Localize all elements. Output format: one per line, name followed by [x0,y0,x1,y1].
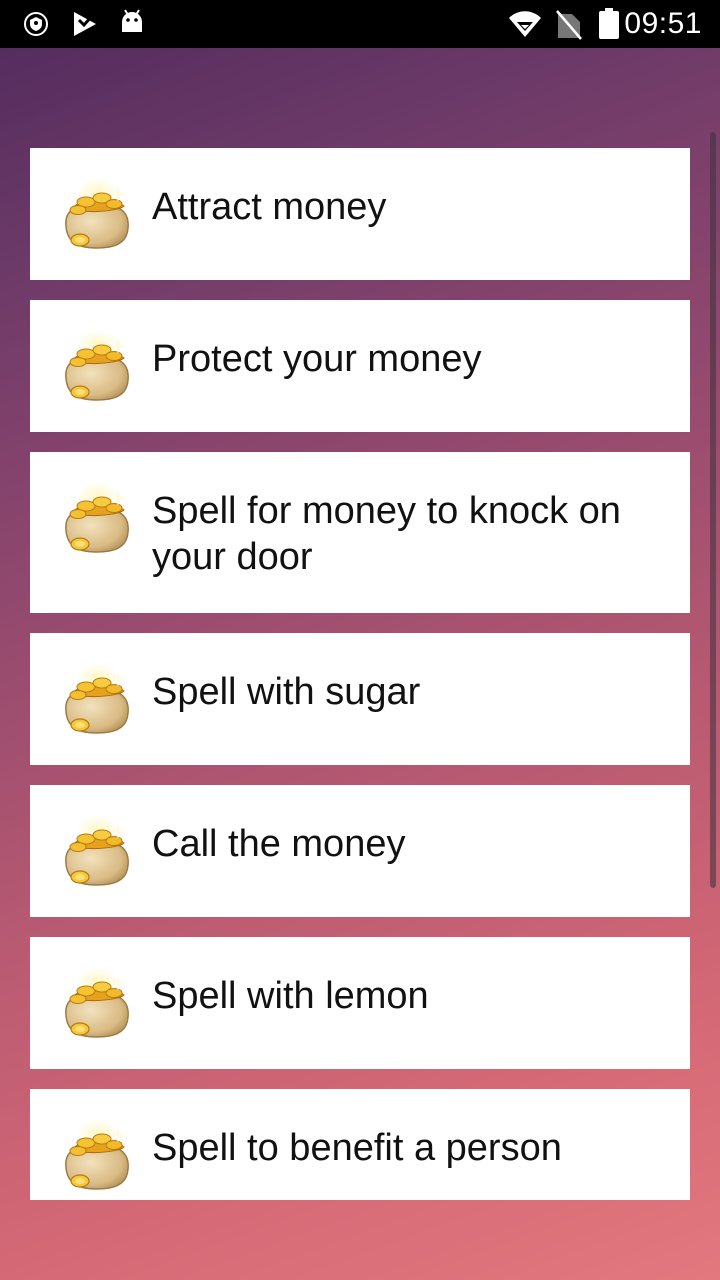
money-bag-icon [58,663,134,737]
status-time: 09:51 [624,7,702,40]
money-bag-icon [58,482,134,556]
money-bag-icon [58,178,134,252]
list-item[interactable]: Spell with lemon [30,937,690,1069]
list-item[interactable]: Spell to benefit a person [30,1089,690,1200]
list-item[interactable]: Protect your money [30,300,690,432]
money-bag-icon [58,967,134,1041]
list-item-label: Spell with sugar [152,671,421,713]
list-item-label: Spell with lemon [152,975,429,1017]
money-bag-icon [58,1119,134,1193]
list-item-label: Protect your money [152,338,482,380]
list-item-label: Attract money [152,186,387,228]
list-item-label: Call the money [152,823,406,865]
money-bag-icon [58,330,134,404]
scrollbar[interactable] [710,132,716,888]
money-bag-icon [58,815,134,889]
wifi-icon [508,10,542,43]
list-item-label: Spell to benefit a person [152,1127,562,1169]
status-bar: 09:51 [0,0,720,48]
list-item[interactable]: Attract money [30,148,690,280]
list-item-label: Spell for money to knock on your door [152,490,621,578]
play-icon [70,10,100,43]
shield-icon [24,12,48,41]
list-item[interactable]: Spell for money to knock on your door [30,452,690,613]
no-sim-icon [556,10,582,45]
android-icon [118,8,146,41]
spell-list: Attract money Protect your money Spell f… [30,148,690,1220]
list-item[interactable]: Spell with sugar [30,633,690,765]
battery-icon [598,8,620,45]
list-item[interactable]: Call the money [30,785,690,917]
